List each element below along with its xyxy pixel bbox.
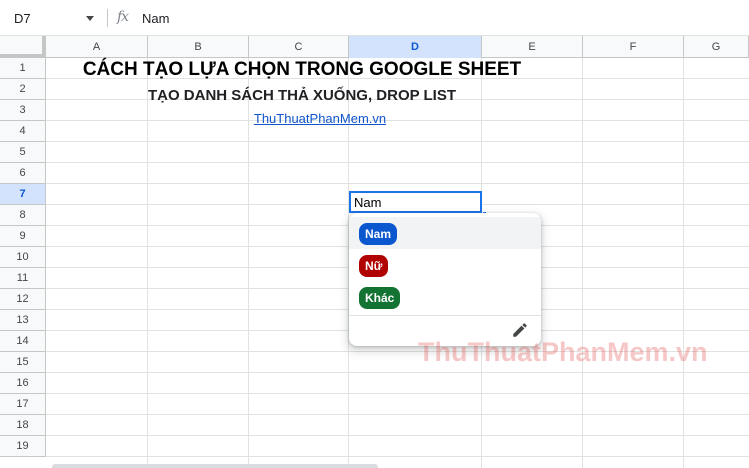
column-header-f[interactable]: F: [583, 36, 684, 58]
function-icon: fx: [117, 9, 129, 25]
column-header-d[interactable]: D: [349, 36, 482, 58]
chip-nu: Nữ: [359, 255, 389, 277]
row-gridline: [46, 372, 749, 373]
dropdown-divider: [349, 315, 541, 316]
chip-nam: Nam: [359, 223, 398, 245]
cell-link[interactable]: ThuThuatPhanMem.vn: [0, 111, 640, 126]
row-header-11[interactable]: 11: [0, 268, 46, 289]
active-cell[interactable]: Nam: [349, 191, 482, 213]
row-header-13[interactable]: 13: [0, 310, 46, 331]
row-gridline: [46, 393, 749, 394]
formula-bar-separator: [107, 9, 108, 27]
row-header-9[interactable]: 9: [0, 226, 46, 247]
horizontal-scrollbar[interactable]: [52, 464, 378, 468]
name-box[interactable]: D7: [0, 0, 106, 36]
row-header-18[interactable]: 18: [0, 415, 46, 436]
row-header-8[interactable]: 8: [0, 205, 46, 226]
row-header-6[interactable]: 6: [0, 163, 46, 184]
row-header-10[interactable]: 10: [0, 247, 46, 268]
row-gridline: [46, 414, 749, 415]
column-gridline: [683, 58, 684, 468]
select-all-corner[interactable]: [0, 36, 46, 58]
row-header-19[interactable]: 19: [0, 436, 46, 457]
chip-khac: Khác: [359, 287, 401, 309]
spreadsheet-grid[interactable]: ABCDEFG 1 2 3 4 5 6 7 8 9 10 11 12 13 14 15 16 17 18 19 CÁ…: [0, 36, 749, 468]
dropdown-option-khac[interactable]: Khác: [349, 281, 541, 313]
row-gridline: [46, 141, 749, 142]
cell-subtitle[interactable]: TẠO DANH SÁCH THẢ XUỐNG, DROP LIST: [0, 87, 604, 104]
cell-title[interactable]: CÁCH TẠO LỰA CHỌN TRONG GOOGLE SHEET: [0, 59, 604, 81]
column-header-a[interactable]: A: [46, 36, 148, 58]
row-header-15[interactable]: 15: [0, 352, 46, 373]
dropdown-option-nam[interactable]: Nam: [349, 217, 541, 249]
dropdown-option-nu[interactable]: Nữ: [349, 249, 541, 281]
name-box-value: D7: [14, 11, 31, 26]
formula-bar: D7 fx Nam: [0, 0, 749, 36]
row-gridline: [46, 162, 749, 163]
dropdown-list: Nam Nữ Khác: [349, 213, 541, 346]
column-header-e[interactable]: E: [482, 36, 583, 58]
row-header-17[interactable]: 17: [0, 394, 46, 415]
column-header-b[interactable]: B: [148, 36, 249, 58]
chevron-down-icon[interactable]: [86, 16, 94, 21]
row-gridline: [46, 456, 749, 457]
active-cell-value: Nam: [354, 195, 382, 210]
row-header-14[interactable]: 14: [0, 331, 46, 352]
formula-input[interactable]: Nam: [142, 11, 169, 26]
row-header-16[interactable]: 16: [0, 373, 46, 394]
row-header-5[interactable]: 5: [0, 142, 46, 163]
column-header-c[interactable]: C: [249, 36, 349, 58]
watermark: ThuThuatPhanMem.vn: [418, 337, 708, 367]
row-header-12[interactable]: 12: [0, 289, 46, 310]
row-gridline: [46, 435, 749, 436]
column-header-g[interactable]: G: [684, 36, 749, 58]
row-header-7[interactable]: 7: [0, 184, 46, 205]
row-gridline: [46, 183, 749, 184]
